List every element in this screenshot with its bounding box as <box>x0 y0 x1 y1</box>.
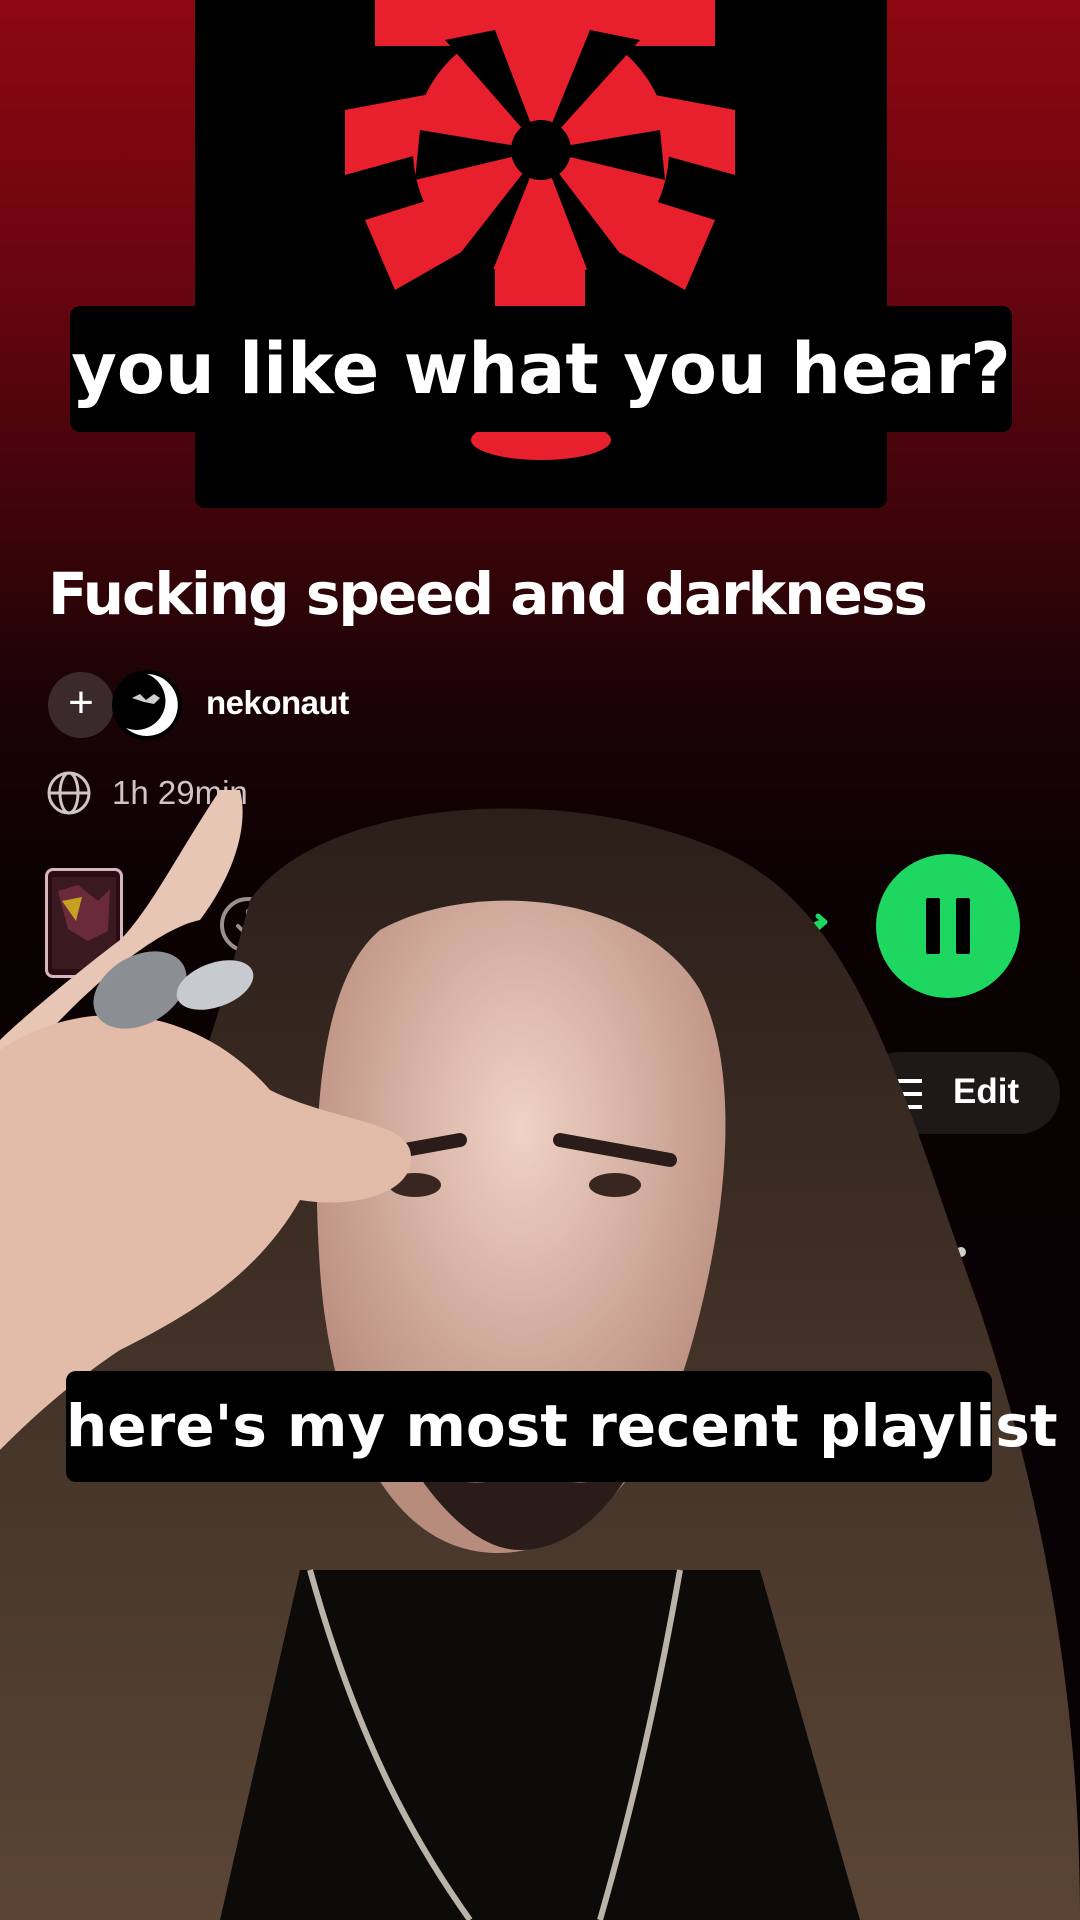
person-video-overlay <box>0 790 1080 1920</box>
caption-bottom: here's my most recent playlist <box>66 1371 1058 1482</box>
playlist-title: Fucking speed and darkness <box>48 560 928 628</box>
video-frame: Fucking speed and darkness + nekonaut 1h… <box>0 0 1080 1920</box>
owner-name[interactable]: nekonaut <box>206 684 349 722</box>
avatar[interactable] <box>112 670 182 740</box>
add-collaborator-button[interactable]: + <box>48 672 114 738</box>
owner-row: + nekonaut <box>48 670 548 740</box>
plus-icon: + <box>68 678 94 727</box>
caption-top: you like what you hear? <box>70 306 1012 432</box>
